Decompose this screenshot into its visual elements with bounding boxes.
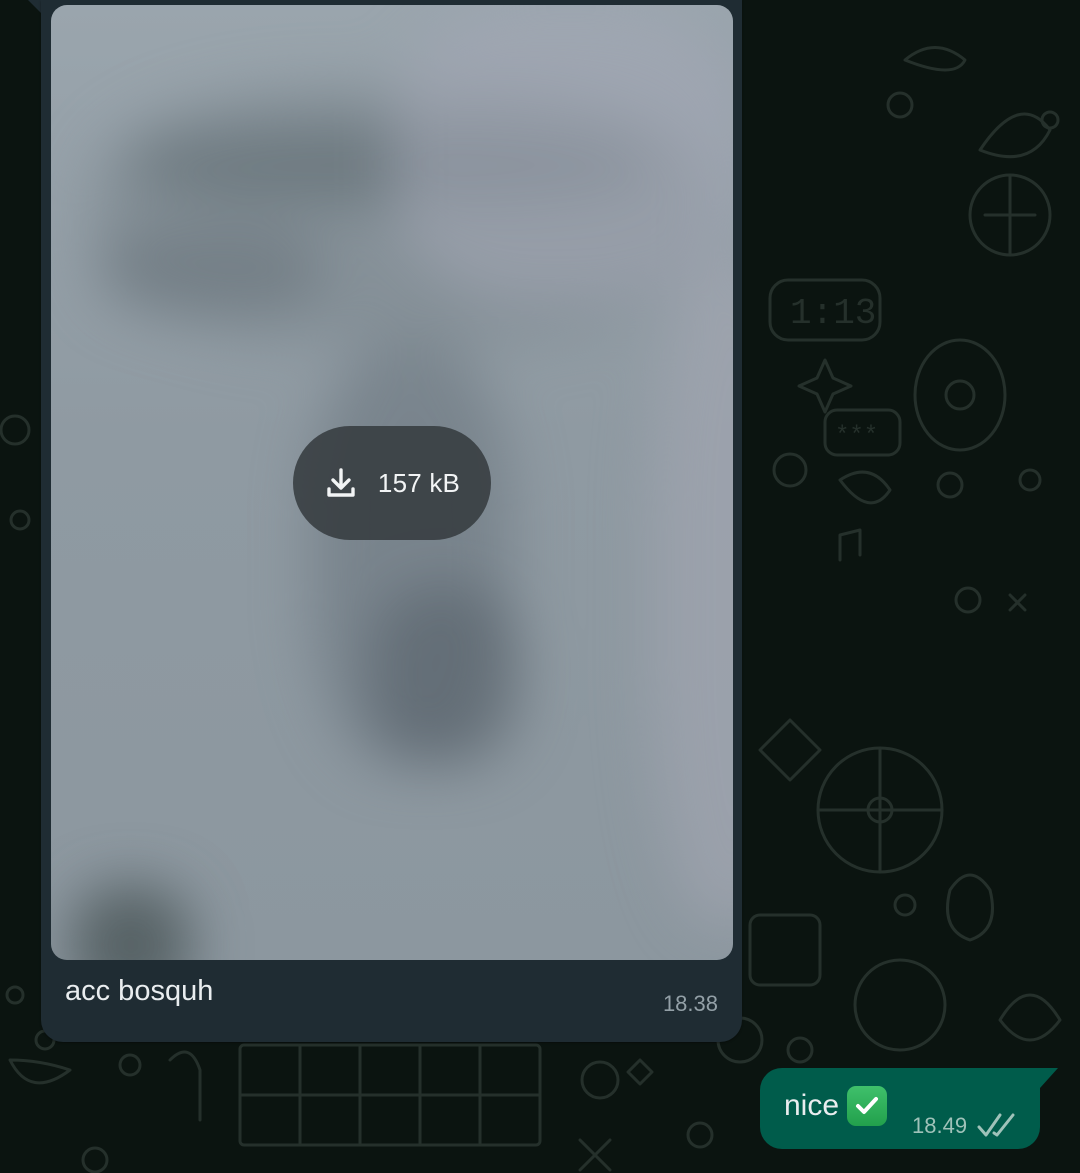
download-icon: [327, 468, 355, 497]
message-caption: acc bosquh: [65, 975, 214, 1007]
message-timestamp: 18.49: [912, 1113, 968, 1138]
image-attachment-preview[interactable]: 157 kB: [51, 5, 733, 960]
incoming-bubble-tail: [28, 0, 42, 14]
message-timestamp: 18.38: [662, 991, 718, 1016]
check-mark-emoji-icon: [847, 1086, 888, 1126]
double-check-icon: [977, 1113, 1015, 1137]
message-text: nice: [784, 1089, 840, 1122]
outgoing-bubble-tail: [1040, 1068, 1058, 1088]
svg-text:1:13: 1:13: [790, 293, 876, 334]
incoming-message-bubble[interactable]: 157 kB acc bosquh 18.38: [41, 0, 742, 1042]
outgoing-message-bubble[interactable]: nice 18.49: [760, 1068, 1040, 1149]
svg-text:***: ***: [835, 423, 878, 450]
file-size-label: 157 kB: [377, 467, 461, 498]
download-button[interactable]: 157 kB: [293, 426, 491, 540]
